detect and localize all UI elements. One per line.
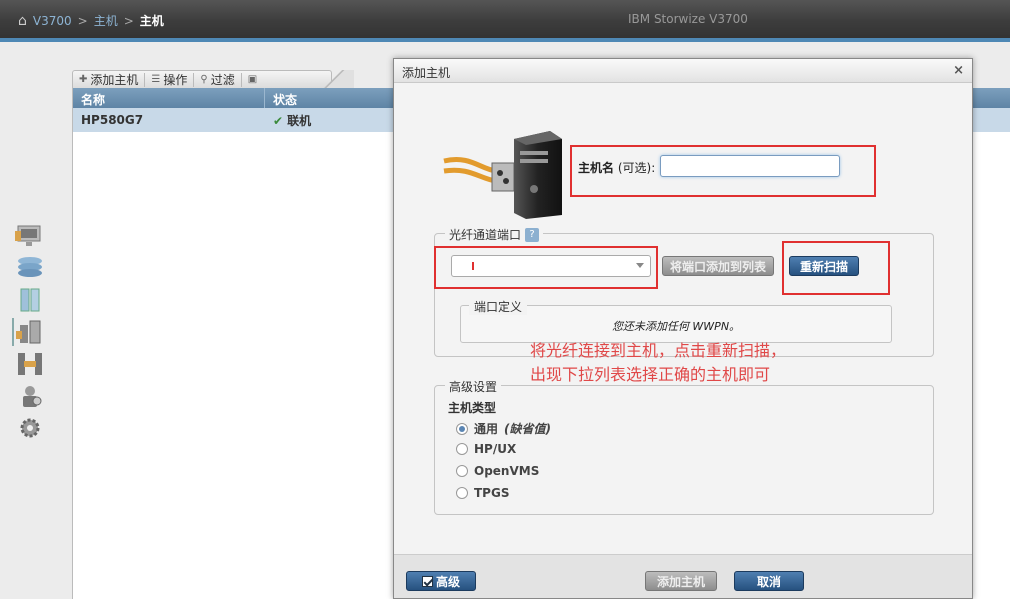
dialog-footer: 高级 添加主机 取消 xyxy=(394,554,972,598)
host-type-option-openvms[interactable]: OpenVMS xyxy=(456,464,539,478)
top-bar: ⌂ V3700 > 主机 > 主机 IBM Storwize V3700 xyxy=(0,0,1010,42)
radio-unselected[interactable] xyxy=(456,443,468,455)
checkbox-checked-icon[interactable] xyxy=(421,575,433,587)
rescan-button[interactable]: 重新扫描 xyxy=(789,256,859,276)
list-icon: ☰ xyxy=(151,74,161,85)
toolbar-tab-edge xyxy=(314,70,354,88)
breadcrumb-separator: > xyxy=(77,13,88,28)
hostname-label: 主机名 (可选): xyxy=(578,159,655,176)
text-cursor xyxy=(472,262,474,270)
monitor-icon[interactable] xyxy=(12,222,48,250)
fc-ports-legend: 光纤通道端口 ? xyxy=(445,226,544,243)
host-status-cell: ✔ 联机 xyxy=(265,112,395,129)
column-header-name[interactable]: 名称 xyxy=(73,88,265,108)
advanced-settings-legend: 高级设置 xyxy=(445,378,502,395)
check-icon: ✔ xyxy=(273,113,284,128)
search-icon: ⚲ xyxy=(200,74,208,85)
product-name: IBM Storwize V3700 xyxy=(628,12,748,26)
host-type-option-tpgs[interactable]: TPGS xyxy=(456,486,509,500)
radio-selected[interactable] xyxy=(456,422,468,435)
storage-pool-icon[interactable] xyxy=(12,254,48,282)
volumes-icon[interactable] xyxy=(12,286,48,314)
add-host-button[interactable]: 添加主机 xyxy=(645,571,717,591)
host-type-label: 主机类型 xyxy=(448,401,497,415)
plus-icon: ✚ xyxy=(79,74,88,85)
option-suffix: (缺省值) xyxy=(504,422,551,436)
hostname-input[interactable] xyxy=(660,155,840,177)
left-nav xyxy=(12,222,52,446)
cancel-button[interactable]: 取消 xyxy=(734,571,804,591)
annotation-line-2: 出现下拉列表选择正确的主机即可 xyxy=(530,365,771,384)
copy-services-icon[interactable] xyxy=(12,350,48,378)
hosts-icon[interactable] xyxy=(12,318,48,346)
save-icon: ▣ xyxy=(247,74,258,85)
host-type-option-generic[interactable]: 通用 (缺省值) xyxy=(456,420,551,437)
add-host-toolbar-button[interactable]: ✚ 添加主机 xyxy=(73,72,146,87)
dialog-title: 添加主机 xyxy=(394,59,972,83)
hostname-label-text: 主机名 xyxy=(578,161,615,175)
host-type-option-hpux[interactable]: HP/UX xyxy=(456,442,516,456)
settings-icon[interactable] xyxy=(12,414,48,442)
hosts-toolbar: ✚ 添加主机 ☰ 操作 ⚲ 过滤 ▣ xyxy=(72,70,332,88)
breadcrumb-separator: > xyxy=(123,13,134,28)
fc-port-combobox[interactable] xyxy=(451,255,651,277)
option-label: HP/UX xyxy=(474,442,517,456)
option-label: 通用 xyxy=(474,422,499,436)
port-definition-legend: 端口定义 xyxy=(469,298,528,315)
radio-unselected[interactable] xyxy=(456,487,468,499)
status-text: 联机 xyxy=(287,113,312,128)
breadcrumb-current: 主机 xyxy=(139,14,164,28)
no-wwpn-message: 您还未添加任何 WWPN。 xyxy=(611,320,741,333)
home-icon[interactable]: ⌂ xyxy=(18,13,27,29)
access-icon[interactable] xyxy=(12,382,48,410)
save-view-button[interactable]: ▣ xyxy=(242,73,263,87)
chevron-down-icon[interactable] xyxy=(636,263,644,268)
radio-unselected[interactable] xyxy=(456,465,468,477)
annotation-line-1: 将光纤连接到主机，点击重新扫描， xyxy=(530,341,787,360)
fc-server-illustration-icon xyxy=(443,131,562,219)
actions-label: 操作 xyxy=(163,73,188,87)
column-header-status[interactable]: 状态 xyxy=(265,88,395,108)
filter-label: 过滤 xyxy=(210,73,235,87)
fc-ports-legend-text: 光纤通道端口 xyxy=(449,228,522,242)
breadcrumb-system[interactable]: V3700 xyxy=(33,14,72,28)
option-label: OpenVMS xyxy=(474,464,540,478)
option-label: TPGS xyxy=(474,486,510,500)
filter-button[interactable]: ⚲ 过滤 xyxy=(194,72,242,87)
breadcrumb-hosts-section[interactable]: 主机 xyxy=(94,12,118,29)
actions-menu-button[interactable]: ☰ 操作 xyxy=(145,72,195,87)
add-host-label: 添加主机 xyxy=(90,73,139,87)
port-definition-box: 端口定义 您还未添加任何 WWPN。 xyxy=(460,298,892,343)
help-icon[interactable]: ? xyxy=(525,227,540,242)
hostname-optional-text: (可选): xyxy=(617,161,656,175)
add-port-to-list-button[interactable]: 将端口添加到列表 xyxy=(662,256,774,276)
close-icon[interactable]: × xyxy=(953,63,964,78)
add-host-dialog: 添加主机 × 主机名 (可选): 光纤通道端口 ? 将端口添加到列表 重新扫描 xyxy=(393,58,973,599)
instruction-annotation: 将光纤连接到主机，点击重新扫描， 出现下拉列表选择正确的主机即可 xyxy=(530,339,786,387)
advanced-toggle-label: 高级 xyxy=(435,574,460,589)
advanced-settings-legend-text: 高级设置 xyxy=(449,380,498,394)
host-name-cell: HP580G7 xyxy=(81,113,144,127)
breadcrumb: ⌂ V3700 > 主机 > 主机 xyxy=(18,12,164,29)
advanced-toggle-button[interactable]: 高级 xyxy=(406,571,476,591)
